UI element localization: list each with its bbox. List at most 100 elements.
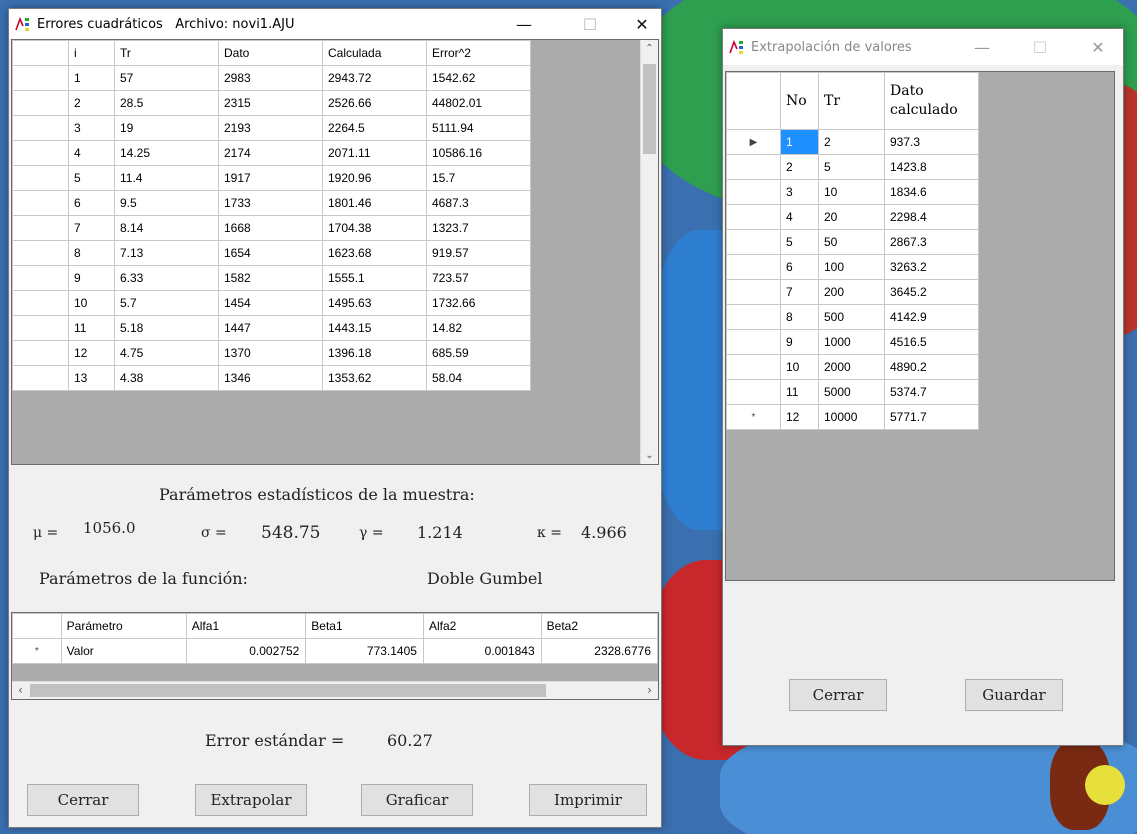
table-cell[interactable]: 1443.15 <box>322 315 427 341</box>
col-header[interactable]: Beta2 <box>540 613 658 639</box>
table-cell[interactable]: 685.59 <box>426 340 531 366</box>
extrapolation-window-titlebar[interactable]: Extrapolación de valores — ☐ ✕ <box>723 29 1123 65</box>
table-row[interactable]: 4 14.25 2174 2071.11 10586.16 <box>12 140 531 166</box>
table-cell[interactable]: 11.4 <box>114 165 219 191</box>
table-cell[interactable]: 3645.2 <box>884 279 979 305</box>
table-cell[interactable]: 1555.1 <box>322 265 427 291</box>
row-header[interactable] <box>726 379 781 405</box>
table-cell[interactable]: 2943.72 <box>322 65 427 91</box>
table-cell[interactable]: 723.57 <box>426 265 531 291</box>
table-row[interactable]: 1 57 2983 2943.72 1542.62 <box>12 65 531 91</box>
table-cell[interactable]: 200 <box>818 279 885 305</box>
extrapolation-grid[interactable]: No Tr Dato calculado ▶ 1 2 937.3 2 5 1423.8 3 10… <box>725 71 1115 581</box>
table-cell[interactable]: 6 <box>68 190 115 216</box>
extrapolate-button[interactable]: Extrapolar <box>195 784 307 816</box>
row-header[interactable] <box>726 204 781 230</box>
table-cell[interactable]: 10 <box>780 354 819 380</box>
col-header[interactable]: Dato <box>218 40 323 66</box>
row-header[interactable] <box>726 279 781 305</box>
table-cell[interactable]: 1396.18 <box>322 340 427 366</box>
table-cell[interactable]: 44802.01 <box>426 90 531 116</box>
errors-grid-scrollbar[interactable]: ⌃ ⌄ <box>640 40 658 464</box>
table-cell[interactable]: 3263.2 <box>884 254 979 280</box>
list-item[interactable]: * 12 10000 5771.7 <box>726 404 979 430</box>
table-row[interactable]: 8 7.13 1654 1623.68 919.57 <box>12 240 531 266</box>
maximize-button[interactable]: ☐ <box>1017 29 1063 65</box>
table-cell[interactable]: 1454 <box>218 290 323 316</box>
row-header[interactable] <box>12 65 69 91</box>
list-item[interactable]: 9 1000 4516.5 <box>726 329 979 355</box>
table-cell[interactable]: 500 <box>818 304 885 330</box>
save-button[interactable]: Guardar <box>965 679 1063 711</box>
print-button[interactable]: Imprimir <box>529 784 647 816</box>
col-header-tr[interactable]: Tr <box>818 72 885 130</box>
table-cell[interactable]: 13 <box>68 365 115 391</box>
table-cell[interactable]: 1447 <box>218 315 323 341</box>
table-cell[interactable]: 7.13 <box>114 240 219 266</box>
table-cell[interactable]: 1423.8 <box>884 154 979 180</box>
table-cell[interactable]: 2 <box>818 129 885 155</box>
beta1-cell[interactable]: 773.1405 <box>305 638 424 664</box>
table-cell[interactable]: 4516.5 <box>884 329 979 355</box>
plot-button[interactable]: Graficar <box>361 784 473 816</box>
table-row[interactable]: 11 5.18 1447 1443.15 14.82 <box>12 315 531 341</box>
row-header[interactable] <box>12 365 69 391</box>
list-item[interactable]: ▶ 1 2 937.3 <box>726 129 979 155</box>
table-cell[interactable]: 5374.7 <box>884 379 979 405</box>
table-cell[interactable]: 2526.66 <box>322 90 427 116</box>
table-cell[interactable]: 8.14 <box>114 215 219 241</box>
table-cell[interactable]: 9 <box>68 265 115 291</box>
row-header[interactable] <box>726 329 781 355</box>
table-cell[interactable]: 1 <box>68 65 115 91</box>
table-cell[interactable]: 19 <box>114 115 219 141</box>
scroll-thumb[interactable] <box>643 64 656 154</box>
row-header[interactable] <box>12 165 69 191</box>
scroll-right-icon[interactable]: › <box>641 682 658 699</box>
hscroll-thumb[interactable] <box>30 684 546 697</box>
col-header[interactable]: Parámetro <box>60 613 187 639</box>
table-cell[interactable]: 1542.62 <box>426 65 531 91</box>
table-cell[interactable]: 58.04 <box>426 365 531 391</box>
table-cell[interactable]: 9.5 <box>114 190 219 216</box>
errors-grid[interactable]: i Tr Dato Calculada Error^2 1 57 2983 2943.72 15… <box>11 39 659 465</box>
table-cell[interactable]: 8 <box>780 304 819 330</box>
table-cell[interactable]: 12 <box>780 404 819 430</box>
col-header[interactable]: Alfa1 <box>185 613 307 639</box>
list-item[interactable]: 10 2000 4890.2 <box>726 354 979 380</box>
table-cell[interactable]: 1704.38 <box>322 215 427 241</box>
table-row[interactable]: 9 6.33 1582 1555.1 723.57 <box>12 265 531 291</box>
table-cell[interactable]: 2193 <box>218 115 323 141</box>
col-header[interactable]: Tr <box>114 40 219 66</box>
table-cell[interactable]: 5 <box>68 165 115 191</box>
table-cell[interactable]: 57 <box>114 65 219 91</box>
maximize-button[interactable]: ☐ <box>567 9 613 39</box>
table-cell[interactable]: 2264.5 <box>322 115 427 141</box>
table-cell[interactable]: 5.18 <box>114 315 219 341</box>
col-header[interactable]: Alfa2 <box>422 613 542 639</box>
table-row[interactable]: 3 19 2193 2264.5 5111.94 <box>12 115 531 141</box>
row-header[interactable] <box>12 115 69 141</box>
row-header[interactable] <box>726 254 781 280</box>
table-cell[interactable]: 2071.11 <box>322 140 427 166</box>
current-row-marker[interactable]: ▶ <box>726 129 781 155</box>
col-header[interactable]: Calculada <box>322 40 427 66</box>
table-cell[interactable]: 7 <box>68 215 115 241</box>
table-cell[interactable]: 4890.2 <box>884 354 979 380</box>
table-cell[interactable]: 5771.7 <box>884 404 979 430</box>
list-item[interactable]: 2 5 1423.8 <box>726 154 979 180</box>
table-cell[interactable]: 919.57 <box>426 240 531 266</box>
table-cell[interactable]: 12 <box>68 340 115 366</box>
table-cell[interactable]: 2000 <box>818 354 885 380</box>
col-header[interactable]: i <box>68 40 115 66</box>
list-item[interactable]: 8 500 4142.9 <box>726 304 979 330</box>
col-header-no[interactable]: No <box>780 72 819 130</box>
table-cell[interactable]: 5.7 <box>114 290 219 316</box>
table-cell[interactable]: 28.5 <box>114 90 219 116</box>
table-cell[interactable]: 10 <box>68 290 115 316</box>
table-cell[interactable]: 1000 <box>818 329 885 355</box>
table-cell[interactable]: 2983 <box>218 65 323 91</box>
table-cell[interactable]: 1623.68 <box>322 240 427 266</box>
table-cell[interactable]: 6 <box>780 254 819 280</box>
minimize-button[interactable]: — <box>959 29 1005 65</box>
table-row[interactable]: 12 4.75 1370 1396.18 685.59 <box>12 340 531 366</box>
